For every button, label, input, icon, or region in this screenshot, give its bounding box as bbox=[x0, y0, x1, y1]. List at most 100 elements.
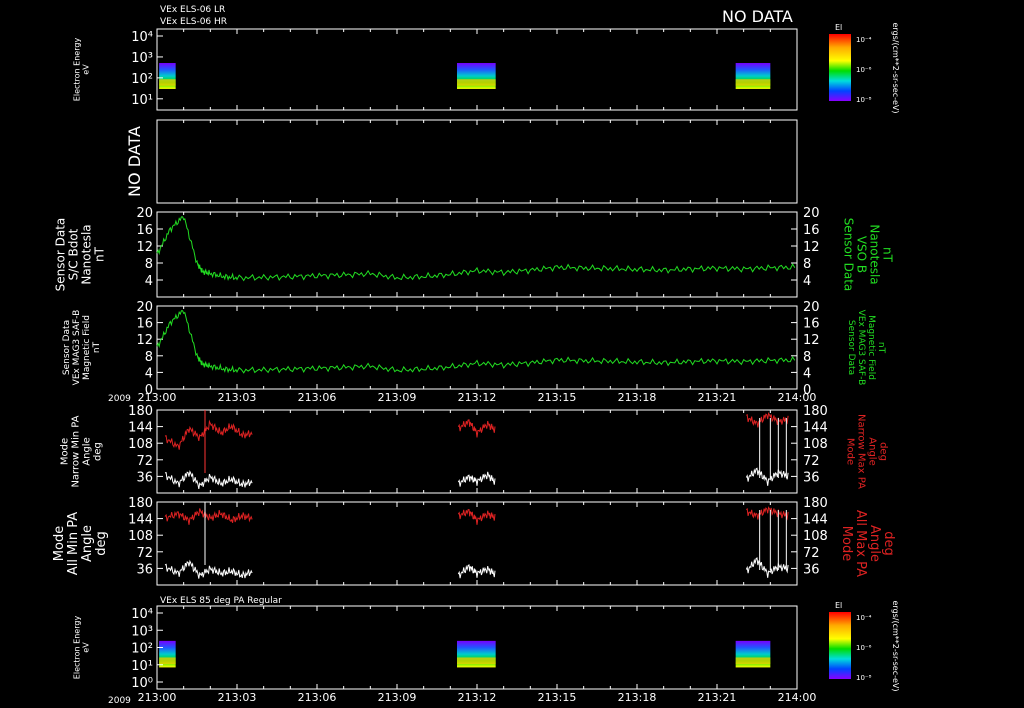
series-line bbox=[156, 216, 796, 282]
series-line bbox=[457, 471, 496, 487]
colorbar-tick-label: 10⁻⁴ bbox=[856, 36, 872, 44]
y-tick-label-right: 4 bbox=[803, 274, 811, 289]
y-axis-label: Mode bbox=[52, 526, 67, 561]
y-tick-label: 10¹ bbox=[131, 93, 153, 108]
y-tick-label-right: 144 bbox=[803, 513, 828, 528]
y-tick-label-right: 8 bbox=[803, 257, 811, 272]
colorbar-label: El bbox=[835, 23, 842, 32]
no-data-label: NO DATA bbox=[125, 126, 144, 197]
colorbar-label: El bbox=[835, 601, 842, 610]
series-line bbox=[164, 559, 253, 579]
series-line bbox=[457, 419, 496, 438]
header-line2: VEx ELS-06 HR bbox=[160, 17, 227, 27]
x-tick-label: 213:15 bbox=[538, 691, 577, 704]
y-tick-label: 10³ bbox=[131, 624, 153, 639]
y-axis-label: Narrow Min PA bbox=[71, 415, 82, 487]
panel-frame-2 bbox=[156, 211, 798, 298]
y-tick-label: 144 bbox=[128, 421, 153, 436]
right-axis-label: deg bbox=[878, 442, 889, 461]
right-axis-label: nT bbox=[876, 342, 886, 354]
y-tick-label: 108 bbox=[128, 529, 153, 544]
year-label-bottom: 2009 bbox=[108, 696, 131, 706]
y-tick-label: 36 bbox=[136, 562, 153, 577]
y-axis-label: eV bbox=[82, 64, 91, 75]
x-tick-label: 213:12 bbox=[458, 391, 497, 404]
y-tick-label-right: 8 bbox=[803, 350, 811, 365]
y-axis-label: deg bbox=[93, 442, 104, 461]
y-tick-label: 72 bbox=[136, 454, 153, 469]
bottom-panel-title: VEx ELS 85 deg PA Regular bbox=[160, 596, 282, 606]
right-axis-label: Magnetic Field bbox=[866, 315, 876, 380]
y-tick-label-right: 12 bbox=[803, 333, 820, 348]
x-tick-label: 213:09 bbox=[378, 391, 417, 404]
x-tick-label: 213:00 bbox=[138, 691, 177, 704]
x-tick-label: 213:21 bbox=[698, 691, 737, 704]
colorbar bbox=[829, 612, 851, 679]
right-axis-label: Narrow Max PA bbox=[856, 414, 867, 489]
series-line bbox=[457, 564, 496, 579]
y-tick-label-right: 108 bbox=[803, 437, 828, 452]
right-axis-label: nT bbox=[881, 247, 895, 263]
y-axis-label: All Min PA bbox=[66, 512, 81, 575]
y-tick-label-right: 4 bbox=[803, 366, 811, 381]
y-axis-label: Mode bbox=[60, 438, 71, 465]
y-axis-label: Angle bbox=[82, 437, 93, 465]
spectrogram-band bbox=[159, 79, 176, 86]
y-axis-label: S/C Bdot bbox=[67, 228, 81, 280]
y-tick-label-right: 16 bbox=[803, 223, 820, 238]
colorbar-tick-label: 10⁻⁸ bbox=[856, 674, 872, 682]
y-tick-label-right: 20 bbox=[803, 300, 820, 315]
spectrogram-band bbox=[735, 79, 771, 86]
x-tick-label: 213:12 bbox=[458, 691, 497, 704]
y-tick-label: 4 bbox=[145, 366, 153, 381]
y-axis-label: Sensor Data bbox=[54, 218, 68, 292]
y-axis-label: deg bbox=[94, 531, 109, 556]
panel-frame-3 bbox=[156, 305, 798, 390]
spectrogram-band bbox=[735, 657, 771, 665]
x-tick-label: 213:03 bbox=[218, 691, 257, 704]
colorbar-units: ergs/(cm**2-sr-sec-eV) bbox=[891, 600, 900, 691]
series-line bbox=[745, 557, 789, 578]
right-axis-label: deg bbox=[881, 531, 896, 556]
x-tick-label: 213:06 bbox=[298, 691, 337, 704]
right-axis-label: VSO B bbox=[855, 236, 869, 273]
spectrogram-band bbox=[457, 657, 496, 665]
x-tick-label: 213:18 bbox=[618, 391, 657, 404]
y-axis-label: nT bbox=[93, 246, 107, 262]
summary-plot: VEx ELS-06 LR VEx ELS-06 HR NO DATA 10⁴ 1… bbox=[52, 5, 900, 706]
colorbar-tick-label: 10⁻⁸ bbox=[856, 96, 872, 104]
y-tick-label: 10¹ bbox=[131, 659, 153, 674]
y-tick-label-right: 36 bbox=[803, 470, 820, 485]
y-axis-label: VEx MAG3 SAF-B bbox=[72, 310, 82, 386]
y-tick-label: 16 bbox=[136, 317, 153, 332]
series-line bbox=[746, 411, 789, 428]
y-tick-label: 12 bbox=[136, 333, 153, 348]
y-axis-label: Electron Energy bbox=[73, 616, 82, 680]
series-line bbox=[745, 467, 789, 486]
series-line bbox=[745, 506, 789, 521]
x-tick-label: 214:00 bbox=[778, 691, 817, 704]
right-axis-label: Sensor Data bbox=[842, 218, 856, 292]
y-axis-label: Angle bbox=[80, 525, 95, 562]
colorbar-tick-label: 10⁻⁶ bbox=[856, 66, 872, 74]
y-tick-label: 20 bbox=[136, 206, 153, 221]
y-tick-label-right: 16 bbox=[803, 317, 820, 332]
y-tick-label: 72 bbox=[136, 546, 153, 561]
x-tick-label: 213:00 bbox=[138, 391, 177, 404]
y-tick-label: 20 bbox=[136, 300, 153, 315]
y-axis-label: Magnetic Field bbox=[82, 315, 92, 380]
x-tick-label: 213:15 bbox=[538, 391, 577, 404]
y-tick-label: 180 bbox=[128, 496, 153, 511]
y-tick-label: 108 bbox=[128, 437, 153, 452]
x-tick-label: 213:03 bbox=[218, 391, 257, 404]
right-axis-label: Sensor Data bbox=[846, 320, 856, 375]
y-tick-label: 10⁴ bbox=[131, 30, 153, 45]
y-tick-label: 10³ bbox=[131, 51, 153, 66]
y-tick-label: 10⁰ bbox=[131, 676, 153, 691]
right-axis-label: Angle bbox=[867, 437, 878, 465]
panel-frame-1 bbox=[156, 119, 798, 204]
x-tick-label: 213:18 bbox=[618, 691, 657, 704]
y-tick-label: 8 bbox=[145, 350, 153, 365]
header-line1: VEx ELS-06 LR bbox=[160, 5, 225, 15]
panel-frame-4 bbox=[156, 409, 798, 494]
